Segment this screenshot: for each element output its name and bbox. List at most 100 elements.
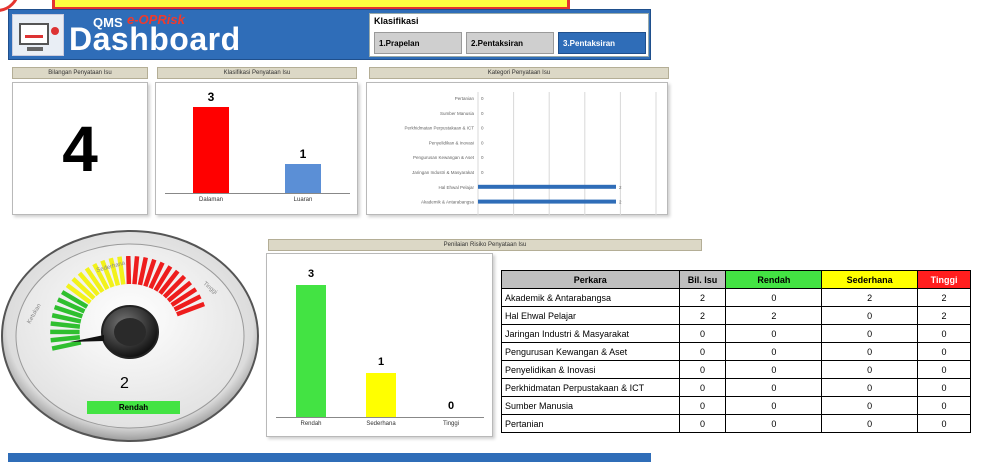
chart-bar [478, 199, 616, 204]
bar-value-label: 0 [447, 400, 455, 412]
klas-chart-axis [165, 193, 350, 194]
col-perkara: Perkara [501, 270, 680, 289]
table-cell-value: 0 [725, 396, 823, 415]
col-rendah: Rendah [725, 270, 823, 289]
penilaian-chart-axis [276, 417, 484, 418]
table-cell-value: 0 [917, 324, 971, 343]
gauge-status: Rendah [87, 401, 180, 414]
col-sederhana: Sederhana [821, 270, 919, 289]
table-cell-value: 0 [917, 396, 971, 415]
category-label: Hal Ehwal Pelajar [438, 185, 474, 190]
table-cell-perkara: Hal Ehwal Pelajar [501, 306, 680, 325]
category-label: Sumber Manusia [440, 111, 475, 116]
table-cell-value: 0 [821, 360, 919, 379]
table-cell-perkara: Akademik & Antarabangsa [501, 288, 680, 307]
category-label: Penyelidikan & Inovasi [429, 140, 474, 145]
table-cell-perkara: Perkhidmatan Perpustakaan & ICT [501, 378, 680, 397]
bar-value-label: 3 [307, 268, 315, 280]
table-cell-value: 0 [821, 378, 919, 397]
chart-bar [193, 107, 229, 193]
category-label: Dalaman [198, 197, 223, 203]
table-cell-perkara: Sumber Manusia [501, 396, 680, 415]
col-tinggi: Tinggi [917, 270, 971, 289]
chart-bar [366, 373, 396, 417]
count-title: Bilangan Penyataan Isu [12, 67, 148, 79]
tab-pentaksiran-2[interactable]: 2.Pentaksiran [466, 32, 554, 54]
table-cell-value: 0 [678, 324, 727, 343]
chart-bar [296, 285, 326, 417]
issue-count: 4 [62, 112, 98, 185]
bar-value-label: 0 [481, 170, 484, 175]
table-cell-value: 0 [678, 342, 727, 361]
table-cell-perkara: Pengurusan Kewangan & Aset [501, 342, 680, 361]
table-cell-value: 0 [917, 342, 971, 361]
table-cell-value: 2 [917, 288, 971, 307]
category-label: Sederhana [366, 421, 396, 427]
category-label: Tinggi [442, 421, 460, 427]
category-label: Pengurusan Kewangan & Aset [413, 155, 475, 160]
table-cell-value: 0 [725, 360, 823, 379]
table-cell-perkara: Penyelidikan & Inovasi [501, 360, 680, 379]
table-cell-value: 0 [725, 324, 823, 343]
category-label: Rendah [300, 421, 322, 427]
kategori-chart: Pertanian 0 Sumber Manusia 0 Perkhidmatan Pe… [404, 92, 657, 215]
klas-chart-title: Klasifikasi Penyataan Isu [157, 67, 357, 79]
table-cell-value: 0 [917, 360, 971, 379]
tab-pentaksiran-3[interactable]: 3.Pentaksiran [558, 32, 646, 54]
table-row: Sumber Manusia 0 0 0 0 [501, 396, 971, 415]
col-bil-isu: Bil. Isu [678, 270, 727, 289]
table-cell-value: 0 [821, 414, 919, 433]
bar-value-label: 1 [377, 356, 385, 368]
gauge-tick [132, 256, 140, 285]
table-cell-value: 2 [678, 306, 727, 325]
table-row: Akademik & Antarabangsa 2 0 2 2 [501, 288, 971, 307]
penilaian-chart-title: Penilaian Risiko Penyataan Isu [268, 239, 702, 251]
table-row: Hal Ehwal Pelajar 2 2 0 2 [501, 306, 971, 325]
table-cell-value: 0 [821, 324, 919, 343]
tab-prapelan[interactable]: 1.Prapelan [374, 32, 462, 54]
risk-table-header: Perkara Bil. Isu Rendah Sederhana Tinggi [501, 270, 971, 289]
bar-value-label: 0 [481, 96, 484, 101]
chart-bar [478, 184, 616, 189]
category-label: Jaringan Industri & Masyarakat [412, 170, 475, 175]
table-cell-value: 0 [678, 414, 727, 433]
logo-icon [12, 14, 64, 56]
category-label: Luaran [293, 197, 313, 203]
table-cell-value: 2 [917, 306, 971, 325]
gauge-value: 2 [120, 375, 129, 392]
category-label: Perkhidmatan Perpustakaan & ICT [404, 126, 474, 131]
table-cell-value: 2 [678, 288, 727, 307]
table-row: Pengurusan Kewangan & Aset 0 0 0 0 [501, 342, 971, 361]
table-cell-value: 0 [821, 396, 919, 415]
table-cell-perkara: Jaringan Industri & Masyarakat [501, 324, 680, 343]
table-cell-value: 0 [725, 288, 823, 307]
brand-title: Dashboard [69, 21, 241, 57]
table-cell-value: 0 [917, 414, 971, 433]
table-cell-value: 0 [725, 414, 823, 433]
table-row: Penyelidikan & Inovasi 0 0 0 0 [501, 360, 971, 379]
table-cell-value: 0 [678, 378, 727, 397]
bar-value-label: 3 [207, 90, 215, 104]
table-cell-perkara: Pertanian [501, 414, 680, 433]
bar-value-label: 0 [481, 140, 484, 145]
dashboard-header: QMS e-OPRisk Dashboard Klasifikasi 1.Pra… [8, 9, 651, 60]
category-label: Akademik & Antarabangsa [421, 200, 475, 205]
table-cell-value: 0 [678, 360, 727, 379]
risk-table: Perkara Bil. Isu Rendah Sederhana Tinggi… [501, 270, 971, 433]
table-row: Perkhidmatan Perpustakaan & ICT 0 0 0 0 [501, 378, 971, 397]
table-row: Jaringan Industri & Masyarakat 0 0 0 0 [501, 324, 971, 343]
table-cell-value: 0 [821, 342, 919, 361]
chart-bar [285, 164, 321, 193]
gauge-tick [50, 321, 81, 329]
kategori-chart-title: Kategori Penyataan Isu [369, 67, 669, 79]
gauge-tick [50, 335, 81, 343]
table-cell-value: 2 [821, 288, 919, 307]
table-cell-value: 2 [725, 306, 823, 325]
category-label: Pertanian [455, 96, 475, 101]
table-cell-value: 0 [821, 306, 919, 325]
table-row: Pertanian 0 0 0 0 [501, 414, 971, 433]
footer-bar [8, 453, 651, 462]
klasifikasi-tabs: 1.Prapelan 2.Pentaksiran 3.Pentaksiran [374, 32, 646, 54]
gauge-tick [125, 255, 132, 285]
table-cell-value: 0 [917, 378, 971, 397]
